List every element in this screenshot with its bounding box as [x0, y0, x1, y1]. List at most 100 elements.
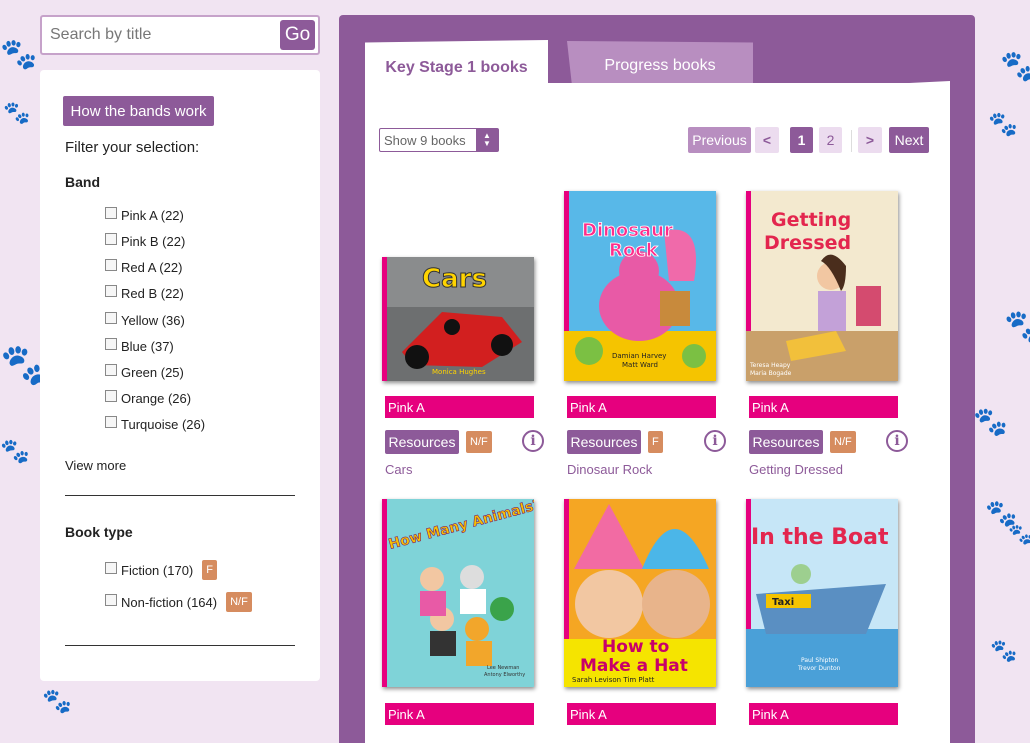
- band-filter-label: Blue (37): [121, 338, 174, 354]
- checkbox[interactable]: [105, 416, 117, 428]
- band-filter-red-a[interactable]: Red A (22): [105, 258, 182, 276]
- search-input[interactable]: [50, 23, 278, 47]
- book-cover-how-many-animals[interactable]: How Many Animals? Lee Newman Antony Elwo…: [382, 499, 534, 687]
- band-label: Pink A: [749, 703, 898, 725]
- book-cover-how-to-make-a-hat[interactable]: How to Make a Hat Sarah Levison Tim Plat…: [564, 499, 716, 687]
- band-filter-label: Red B (22): [121, 285, 184, 301]
- book-type-section-title: Book type: [65, 524, 133, 540]
- books-panel: Progress books Key Stage 1 books Show 9 …: [339, 15, 975, 743]
- fiction-badge: F: [202, 560, 217, 580]
- paw-print-icon: 🐾: [990, 638, 1018, 663]
- prev-arrow-button[interactable]: <: [755, 127, 779, 153]
- paw-print-icon: 🐾: [985, 498, 1018, 528]
- cover-author-text: Lee Newman: [487, 665, 519, 671]
- band-filter-label: Yellow (36): [121, 312, 185, 328]
- show-books-select[interactable]: Show 9 books ▲ ▼: [379, 128, 499, 152]
- paw-print-icon: 🐾: [1004, 308, 1030, 344]
- checkbox[interactable]: [105, 338, 117, 350]
- band-filter-label: Pink A (22): [121, 207, 184, 223]
- band-label: Pink A: [385, 703, 534, 725]
- checkbox[interactable]: [105, 312, 117, 324]
- paw-print-icon: 🐾: [0, 438, 30, 465]
- band-filter-label: Turquoise (26): [121, 416, 206, 432]
- search-box: Go: [40, 15, 320, 55]
- book-title-link[interactable]: Getting Dressed: [749, 462, 843, 477]
- view-more-link[interactable]: View more: [65, 458, 126, 473]
- band-label: Pink A: [749, 396, 898, 418]
- previous-button[interactable]: Previous: [688, 127, 751, 153]
- cover-title-text: Make a Hat: [580, 656, 688, 676]
- paw-print-icon: 🐾: [1000, 50, 1030, 83]
- band-filter-label: Orange (26): [121, 390, 192, 406]
- band-filter-orange[interactable]: Orange (26): [105, 389, 191, 407]
- band-filter-blue[interactable]: Blue (37): [105, 337, 174, 355]
- tab-key-stage-1-books[interactable]: Key Stage 1 books: [365, 40, 548, 102]
- info-icon[interactable]: i: [886, 430, 908, 452]
- info-icon[interactable]: i: [704, 430, 726, 452]
- cover-title-text: Getting: [771, 209, 851, 231]
- book-cover-getting-dressed[interactable]: Getting Dressed Teresa Heapy Maria Bogad…: [746, 191, 898, 381]
- resources-button[interactable]: Resources: [385, 430, 459, 454]
- checkbox[interactable]: [105, 594, 117, 606]
- how-bands-work-button[interactable]: How the bands work: [63, 96, 214, 126]
- cover-author-text: Maria Bogade: [750, 370, 792, 377]
- band-filter-turquoise[interactable]: Turquoise (26): [105, 415, 205, 433]
- cover-author-text: Monica Hughes: [432, 368, 486, 376]
- cover-title-text: Rock: [609, 240, 659, 261]
- band-filter-yellow[interactable]: Yellow (36): [105, 311, 185, 329]
- checkbox[interactable]: [105, 364, 117, 376]
- go-button[interactable]: Go: [280, 20, 315, 50]
- cover-author-text: Trevor Dunton: [797, 665, 841, 672]
- paw-print-icon: 🐾: [988, 111, 1018, 138]
- cover-author-text: Matt Ward: [622, 361, 658, 369]
- cover-title-text: Dressed: [764, 232, 851, 254]
- book-cover-cars[interactable]: Cars Monica Hughes: [382, 257, 534, 381]
- next-arrow-button[interactable]: >: [858, 127, 882, 153]
- page-2-button[interactable]: 2: [819, 127, 842, 153]
- band-filter-label: Red A (22): [121, 259, 183, 275]
- book-cover-in-the-boat[interactable]: Taxi In the Boat Paul Shipton Trevor Dun…: [746, 499, 898, 687]
- cover-author-text: Sarah Levison Tim Platt: [572, 676, 655, 684]
- checkbox[interactable]: [105, 207, 117, 219]
- type-filter-fiction[interactable]: Fiction (170) F: [105, 558, 217, 582]
- non-fiction-badge: N/F: [830, 431, 856, 453]
- band-label: Pink A: [567, 396, 716, 418]
- cover-author-text: Antony Elworthy: [484, 672, 525, 678]
- checkbox[interactable]: [105, 562, 117, 574]
- resources-button[interactable]: Resources: [749, 430, 823, 454]
- filter-label: Filter your selection:: [65, 139, 200, 156]
- paw-print-icon: 🐾: [1008, 524, 1030, 546]
- select-arrows-icon: ▲ ▼: [476, 129, 498, 151]
- book-title-link[interactable]: Dinosaur Rock: [567, 462, 652, 477]
- paw-print-icon: 🐾: [42, 688, 72, 715]
- page-1-button[interactable]: 1: [790, 127, 813, 153]
- cover-title-text: In the Boat: [751, 525, 889, 550]
- band-filter-pink-b[interactable]: Pink B (22): [105, 232, 185, 250]
- non-fiction-badge: N/F: [466, 431, 492, 453]
- checkbox[interactable]: [105, 259, 117, 271]
- divider: [65, 645, 295, 646]
- paw-print-icon: 🐾: [3, 100, 31, 125]
- checkbox[interactable]: [105, 233, 117, 245]
- band-filter-label: Green (25): [121, 364, 184, 380]
- cover-author-text: Damian Harvey: [612, 352, 666, 360]
- type-filter-non-fiction[interactable]: Non-fiction (164) N/F: [105, 590, 252, 614]
- resources-button[interactable]: Resources: [567, 430, 641, 454]
- next-button[interactable]: Next: [889, 127, 929, 153]
- band-section-title: Band: [65, 174, 100, 190]
- checkbox[interactable]: [105, 390, 117, 402]
- band-filter-red-b[interactable]: Red B (22): [105, 284, 184, 302]
- band-filter-label: Pink B (22): [121, 233, 186, 249]
- book-cover-dinosaur-rock[interactable]: Dinosaur Rock Damian Harvey Matt Ward: [564, 191, 716, 381]
- cover-title-text: How to: [602, 637, 669, 657]
- band-label: Pink A: [385, 396, 534, 418]
- info-icon[interactable]: i: [522, 430, 544, 452]
- type-filter-label: Fiction (170): [121, 562, 194, 578]
- pager-separator: [851, 130, 852, 152]
- band-filter-green[interactable]: Green (25): [105, 363, 184, 381]
- checkbox[interactable]: [105, 285, 117, 297]
- book-title-link[interactable]: Cars: [385, 462, 412, 477]
- cover-title-text: Dinosaur: [582, 220, 673, 241]
- band-filter-pink-a[interactable]: Pink A (22): [105, 206, 184, 224]
- filter-sidebar: How the bands work Filter your selection…: [40, 70, 320, 681]
